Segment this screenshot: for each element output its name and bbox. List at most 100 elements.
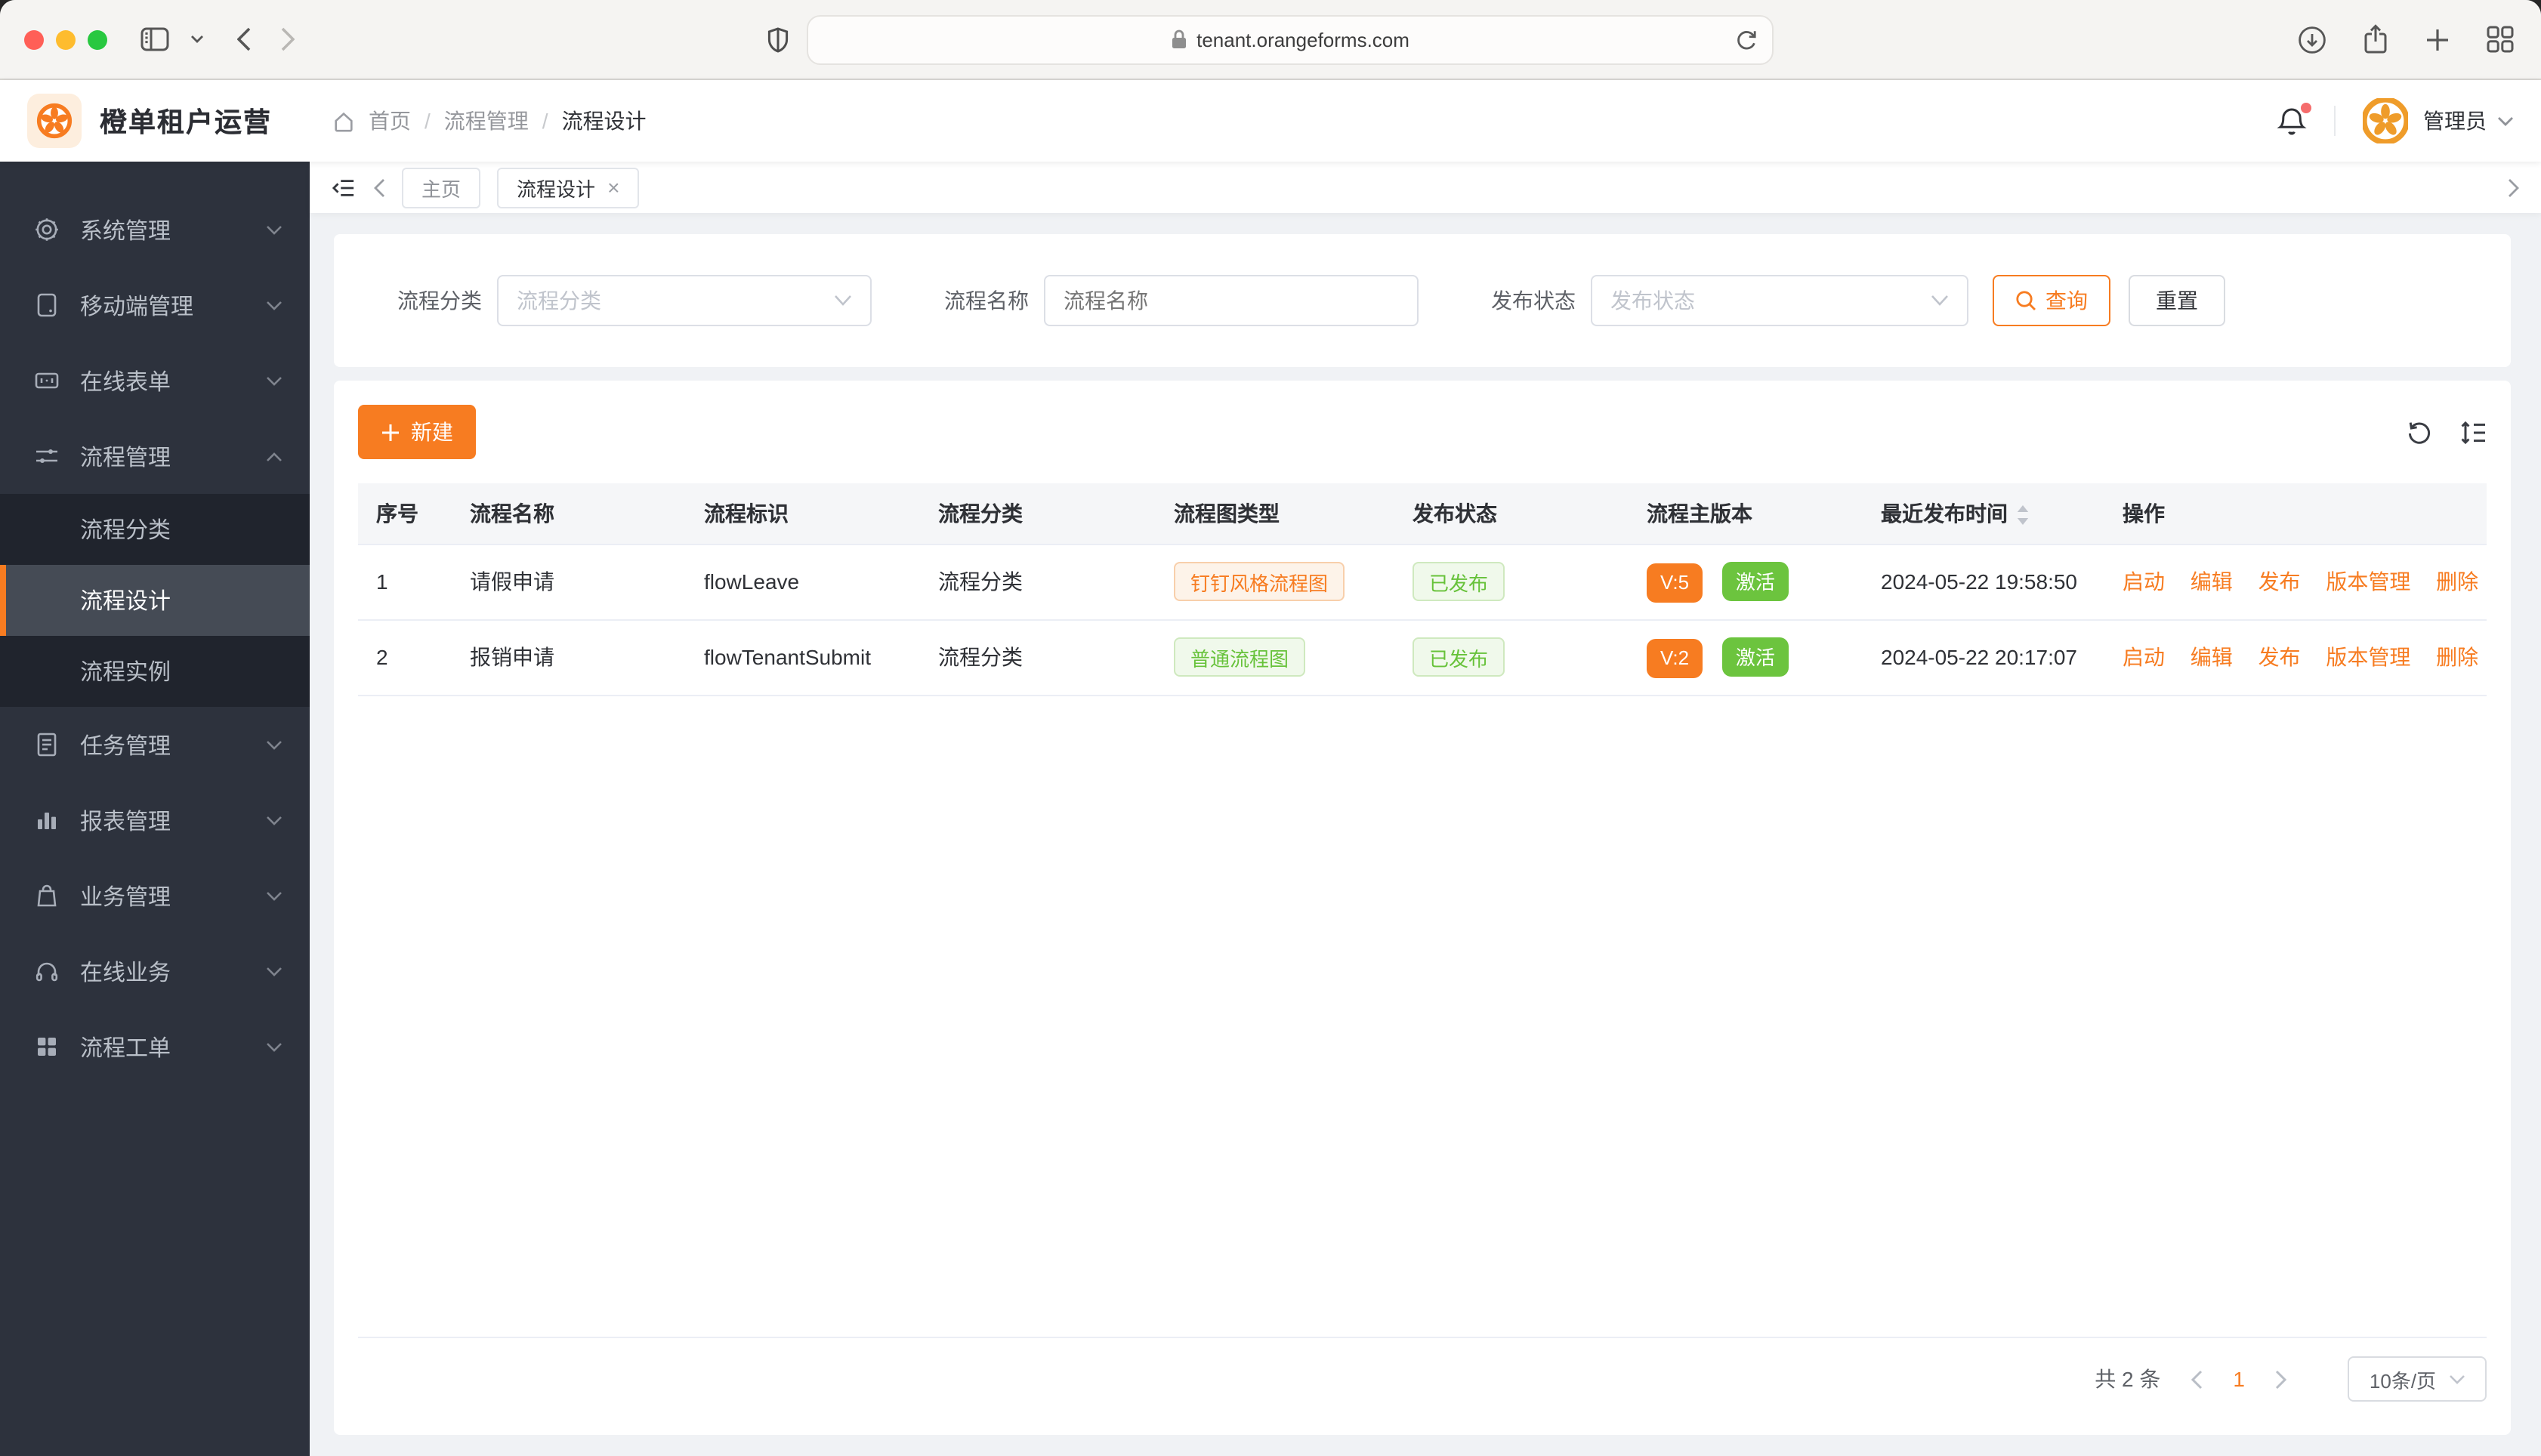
chevron-down-icon [1931, 295, 1949, 307]
cell-category: 流程分类 [920, 619, 1156, 696]
sidebar-item-mobile[interactable]: 移动端管理 [0, 267, 310, 343]
publish-action[interactable]: 发布 [2258, 569, 2301, 594]
process-name-input[interactable] [1044, 275, 1419, 326]
cell-index: 2 [358, 619, 452, 696]
sidebar-item-system[interactable]: 系统管理 [0, 192, 310, 267]
category-select[interactable]: 流程分类 [497, 275, 872, 326]
sidebar-item-label: 流程管理 [80, 445, 171, 470]
page-number[interactable]: 1 [2233, 1367, 2245, 1391]
filter-name-label: 流程名称 [944, 288, 1029, 313]
notifications-button[interactable] [2277, 102, 2311, 137]
close-window-button[interactable] [24, 29, 44, 49]
close-tab-icon[interactable]: × [607, 177, 619, 198]
publish-status-select[interactable]: 发布状态 [1591, 275, 1968, 326]
start-action[interactable]: 启动 [2123, 569, 2165, 594]
plus-icon [381, 422, 400, 442]
bar-chart-icon [33, 807, 60, 834]
zoom-window-button[interactable] [88, 29, 107, 49]
cell-name: 报销申请 [452, 619, 686, 696]
filter-category-label: 流程分类 [397, 288, 482, 313]
sidebar-item-label: 流程设计 [80, 589, 171, 615]
sidebar-item-label: 业务管理 [80, 884, 171, 910]
breadcrumb-separator: / [542, 109, 548, 133]
search-button[interactable]: 查询 [1993, 275, 2110, 326]
reset-button-label: 重置 [2156, 288, 2198, 313]
sidebar-item-process-design[interactable]: 流程设计 [0, 565, 310, 636]
user-menu[interactable]: 管理员 [2423, 106, 2487, 136]
prev-page-icon[interactable] [2191, 1369, 2203, 1389]
tab-home[interactable]: 主页 [402, 167, 481, 208]
sidebar-item-process[interactable]: 流程管理 [0, 418, 310, 494]
sidebar-item-process-category[interactable]: 流程分类 [0, 494, 310, 565]
sidebar-item-online-business[interactable]: 在线业务 [0, 933, 310, 1009]
refresh-icon[interactable] [2407, 419, 2432, 445]
delete-action[interactable]: 删除 [2436, 569, 2478, 594]
tabs-scroll-left-icon[interactable] [373, 177, 385, 197]
delete-action[interactable]: 删除 [2436, 645, 2478, 669]
sidebar-item-tasks[interactable]: 任务管理 [0, 707, 310, 782]
sidebar: 系统管理 移动端管理 在线表单 流程管理 流程分类 流程设计 流程实例 任务管理… [0, 162, 310, 1456]
sort-icon[interactable] [2015, 503, 2030, 527]
cell-key: flowLeave [686, 544, 920, 620]
sidebar-item-business[interactable]: 业务管理 [0, 858, 310, 933]
chevron-down-icon [266, 224, 283, 235]
sidebar-item-label: 在线业务 [80, 960, 171, 986]
url-text: tenant.orangeforms.com [1196, 28, 1409, 51]
avatar[interactable] [2363, 98, 2408, 143]
back-button[interactable] [237, 27, 251, 51]
new-button[interactable]: 新建 [358, 405, 476, 459]
home-icon [332, 110, 355, 132]
share-icon[interactable] [2363, 24, 2388, 54]
col-index: 序号 [358, 483, 452, 544]
tab-process-design[interactable]: 流程设计 × [497, 167, 640, 208]
downloads-icon[interactable] [2298, 25, 2326, 54]
sidebar-chevron-icon[interactable] [190, 35, 204, 44]
start-action[interactable]: 启动 [2123, 645, 2165, 669]
page-size-select[interactable]: 10条/页 [2348, 1356, 2487, 1402]
diagram-type-tag: 钉钉风格流程图 [1174, 562, 1345, 601]
breadcrumb-section[interactable]: 流程管理 [444, 106, 529, 136]
sidebar-item-reports[interactable]: 报表管理 [0, 782, 310, 858]
sidebar-item-label: 流程实例 [80, 660, 171, 686]
privacy-shield-icon[interactable] [767, 26, 789, 52]
app-title: 橙单租户运营 [100, 107, 272, 137]
version-manage-action[interactable]: 版本管理 [2326, 569, 2410, 594]
tab-overview-icon[interactable] [2487, 26, 2514, 53]
col-actions: 操作 [2104, 483, 2487, 544]
page-content: 流程分类 流程分类 流程名称 发布状态 发布状态 [310, 213, 2541, 1456]
pagination: 共 2 条 1 10条/页 [358, 1338, 2487, 1420]
sidebar-item-process-instance[interactable]: 流程实例 [0, 636, 310, 707]
next-page-icon[interactable] [2275, 1369, 2287, 1389]
sidebar-item-process-tickets[interactable]: 流程工单 [0, 1009, 310, 1084]
lock-icon [1171, 29, 1187, 50]
sidebar-item-label: 在线表单 [80, 369, 171, 395]
col-key: 流程标识 [686, 483, 920, 544]
reset-button[interactable]: 重置 [2129, 275, 2225, 326]
cell-key: flowTenantSubmit [686, 619, 920, 696]
breadcrumb-home[interactable]: 首页 [369, 106, 411, 136]
app-logo [27, 94, 82, 148]
sidebar-toggle-icon[interactable] [140, 27, 169, 51]
sidebar-item-online-form[interactable]: 在线表单 [0, 343, 310, 418]
tab-label: 主页 [421, 177, 462, 200]
reload-icon[interactable] [1736, 28, 1757, 51]
version-manage-action[interactable]: 版本管理 [2326, 645, 2410, 669]
edit-action[interactable]: 编辑 [2191, 569, 2233, 594]
col-diagram-type: 流程图类型 [1156, 483, 1394, 544]
collapse-menu-icon[interactable] [331, 176, 357, 199]
breadcrumb-current: 流程设计 [561, 109, 647, 133]
table-toolbar: 新建 [358, 405, 2487, 459]
new-tab-icon[interactable] [2425, 26, 2450, 52]
tabs-scroll-right-icon[interactable] [2508, 177, 2520, 197]
col-publish-time: 最近发布时间 [1863, 483, 2104, 544]
row-height-icon[interactable] [2459, 419, 2487, 445]
publish-action[interactable]: 发布 [2258, 645, 2301, 669]
chevron-down-icon[interactable] [2497, 116, 2514, 126]
sidebar-item-label: 任务管理 [80, 733, 171, 759]
address-bar[interactable]: tenant.orangeforms.com [807, 14, 1774, 64]
edit-action[interactable]: 编辑 [2191, 645, 2233, 669]
minimize-window-button[interactable] [56, 29, 76, 49]
forward-button[interactable] [281, 27, 295, 51]
chevron-down-icon [266, 1041, 283, 1052]
cell-index: 1 [358, 544, 452, 620]
